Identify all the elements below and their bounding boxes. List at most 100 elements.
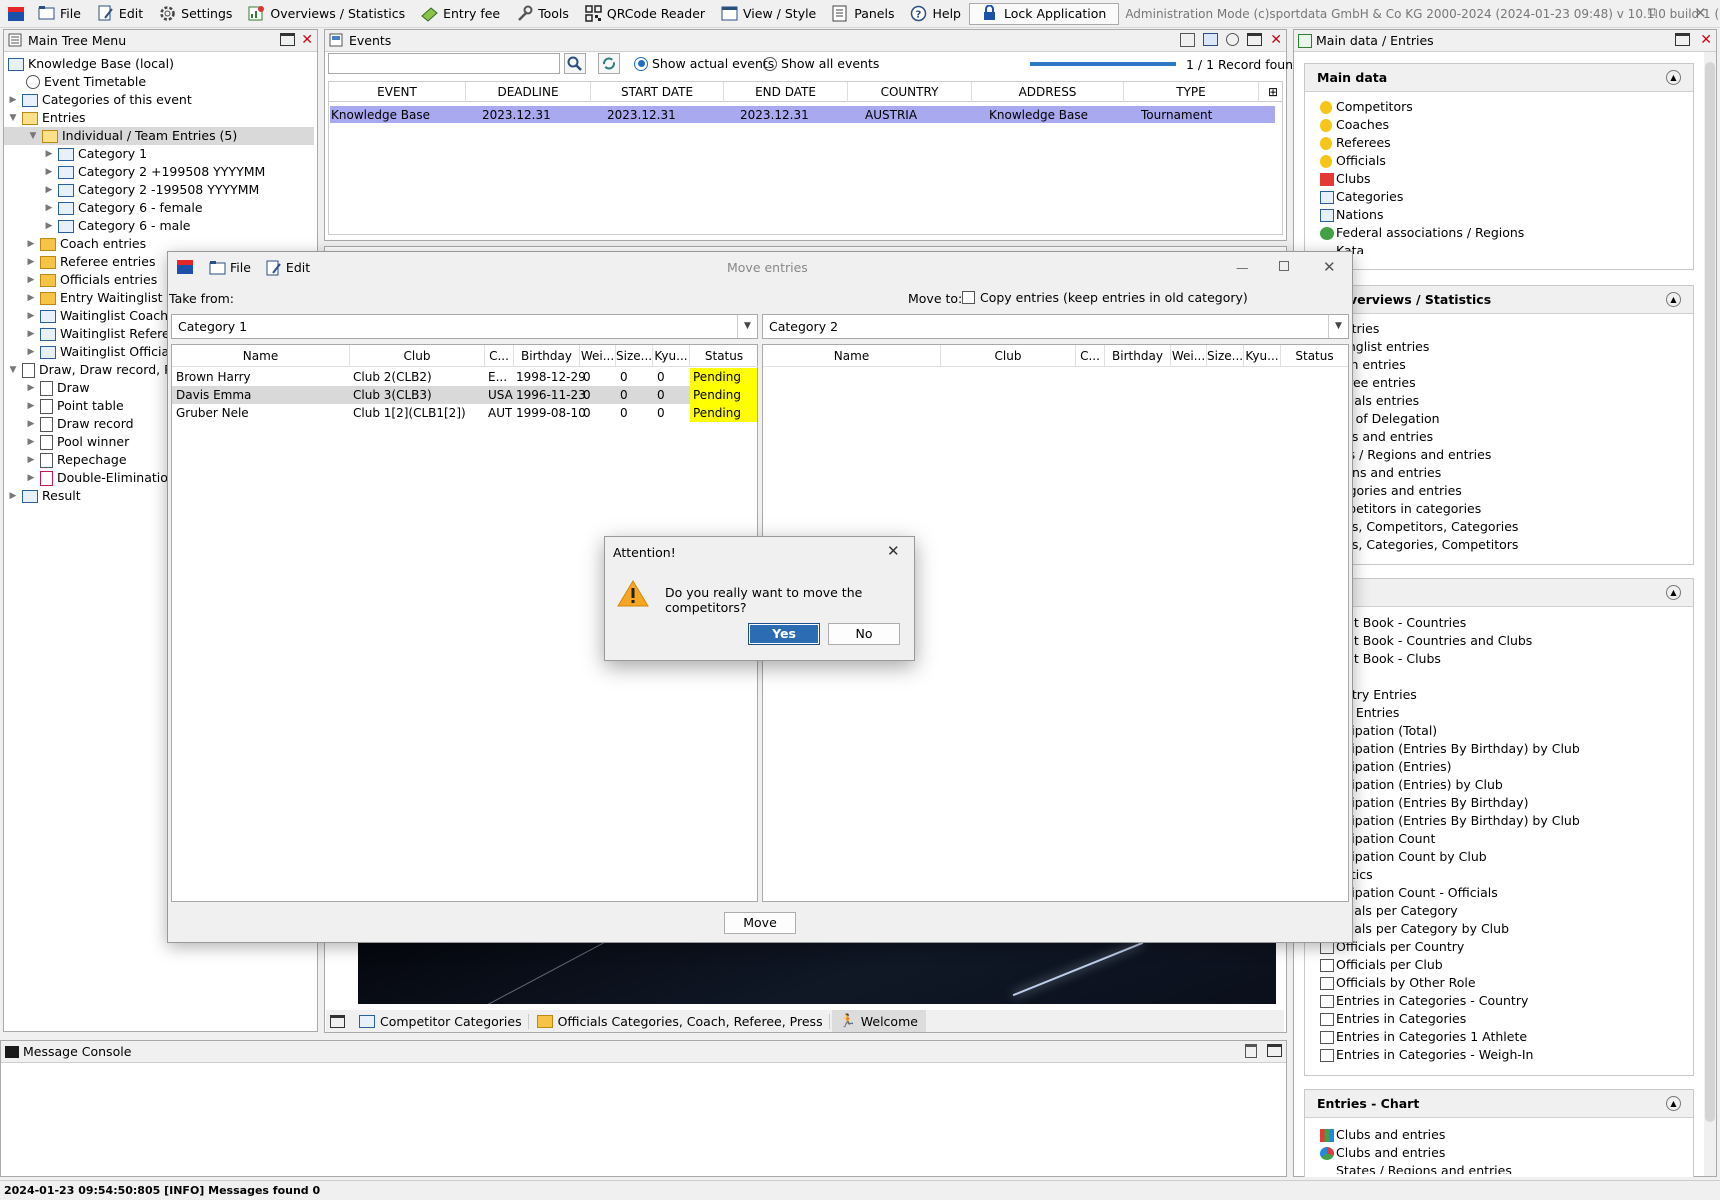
tree-node-draw-record-item[interactable]: ▶ Draw record bbox=[26, 415, 134, 433]
tree-node-individual-team-entries[interactable]: ▼ Individual / Team Entries (5) bbox=[4, 127, 314, 145]
menu-qrcode[interactable]: QRCode Reader bbox=[577, 2, 713, 26]
tree-node-waitinglist-coaches[interactable]: ▶ Waitinglist Coaches bbox=[26, 307, 183, 325]
menu-file[interactable]: File bbox=[30, 2, 89, 26]
move-button[interactable]: Move bbox=[724, 912, 796, 934]
link-nations[interactable]: Nations bbox=[1336, 206, 1383, 224]
tree-node-entries[interactable]: ▼ Entries bbox=[8, 109, 86, 127]
tree-node-point-table[interactable]: ▶ Point table bbox=[26, 397, 124, 415]
col-size[interactable]: Size... bbox=[616, 345, 653, 367]
expand-arrow-icon[interactable]: ▶ bbox=[26, 397, 36, 415]
trash-icon[interactable] bbox=[1245, 1044, 1257, 1058]
tree-node-draw[interactable]: ▶ Draw bbox=[26, 379, 90, 397]
link-officials[interactable]: Officials bbox=[1336, 152, 1386, 170]
tree-node-category-1[interactable]: ▶ Category 1 bbox=[44, 145, 148, 163]
close-icon[interactable]: ✕ bbox=[1323, 258, 1336, 276]
collapse-arrow-icon[interactable]: ▼ bbox=[28, 127, 38, 145]
col-deadline[interactable]: DEADLINE bbox=[466, 82, 591, 102]
export-icon[interactable] bbox=[1180, 33, 1196, 47]
expand-arrow-icon[interactable]: ▶ bbox=[44, 145, 54, 163]
from-category-select[interactable]: Category 1 ▼ bbox=[171, 314, 758, 339]
tree-node-category-6-female[interactable]: ▶ Category 6 - female bbox=[44, 199, 203, 217]
link-chart[interactable]: Clubs and entries bbox=[1336, 1144, 1445, 1162]
tree-node-entry-waitinglist[interactable]: ▶ Entry Waitinglist bbox=[26, 289, 163, 307]
link-overview[interactable]: ubs, Competitors, Categories bbox=[1336, 518, 1518, 536]
link-list[interactable]: Officials by Other Role bbox=[1336, 974, 1476, 992]
col-country[interactable]: C... bbox=[485, 345, 514, 367]
col-type[interactable]: TYPE bbox=[1124, 82, 1259, 102]
tree-node-draw-record[interactable]: ▼ Draw, Draw record, Poi bbox=[8, 361, 182, 379]
close-icon[interactable]: ✕ bbox=[887, 542, 900, 560]
link-list[interactable]: Entries in Categories - Weigh-In bbox=[1336, 1046, 1533, 1064]
col-name[interactable]: Name bbox=[763, 345, 941, 367]
link-list[interactable]: sult Book - Countries bbox=[1336, 614, 1466, 632]
col-country[interactable]: C... bbox=[1076, 345, 1105, 367]
collapse-arrow-icon[interactable]: ▼ bbox=[8, 361, 18, 379]
col-event[interactable]: EVENT bbox=[329, 82, 466, 102]
dialog-menu-file[interactable]: File bbox=[209, 260, 251, 275]
table-row[interactable]: Davis Emma Club 3(CLB3) USA 1996-11-23 0… bbox=[172, 386, 757, 404]
maximize-icon[interactable] bbox=[1675, 33, 1691, 46]
link-overview[interactable]: tes / Regions and entries bbox=[1336, 446, 1491, 464]
link-referees[interactable]: Referees bbox=[1336, 134, 1391, 152]
search-button[interactable] bbox=[564, 53, 586, 74]
section-header[interactable]: s - Overviews / Statistics ▲ bbox=[1305, 286, 1693, 314]
col-country[interactable]: COUNTRY bbox=[848, 82, 972, 102]
tree-node-repechage[interactable]: ▶ Repechage bbox=[26, 451, 127, 469]
link-list[interactable]: Entries in Categories - Country bbox=[1336, 992, 1528, 1010]
expand-arrow-icon[interactable]: ▶ bbox=[26, 271, 36, 289]
link-list[interactable]: ticipation Count - Officials bbox=[1336, 884, 1498, 902]
table-row[interactable]: Knowledge Base 2023.12.31 2023.12.31 202… bbox=[330, 106, 1275, 123]
maximize-icon[interactable] bbox=[280, 33, 296, 46]
no-button[interactable]: No bbox=[828, 623, 900, 645]
link-federal-associations[interactable]: Federal associations / Regions bbox=[1336, 224, 1524, 242]
refresh-icon[interactable] bbox=[1226, 33, 1240, 46]
col-address[interactable]: ADDRESS bbox=[972, 82, 1124, 102]
table-row[interactable]: Brown Harry Club 2(CLB2) E... 1998-12-29… bbox=[172, 368, 757, 386]
expand-arrow-icon[interactable]: ▶ bbox=[44, 181, 54, 199]
tree-node-referee-entries[interactable]: ▶ Referee entries bbox=[26, 253, 156, 271]
col-size[interactable]: Size... bbox=[1207, 345, 1244, 367]
col-start-date[interactable]: START DATE bbox=[591, 82, 724, 102]
link-competitors[interactable]: Competitors bbox=[1336, 98, 1413, 116]
collapse-arrow-icon[interactable]: ▼ bbox=[8, 109, 18, 127]
menu-edit[interactable]: Edit bbox=[89, 2, 151, 26]
expand-arrow-icon[interactable]: ▶ bbox=[26, 469, 36, 487]
maximize-icon[interactable] bbox=[1247, 33, 1263, 46]
menu-entry-fee[interactable]: Entry fee bbox=[413, 2, 508, 26]
close-icon[interactable]: ✕ bbox=[1270, 33, 1282, 47]
expand-arrow-icon[interactable]: ▶ bbox=[26, 253, 36, 271]
tree-node-result[interactable]: ▶ Result bbox=[8, 487, 81, 505]
tree-node-event-timetable[interactable]: Event Timetable bbox=[26, 73, 146, 91]
close-icon[interactable]: ✕ bbox=[301, 33, 313, 47]
panel-toggle-icon[interactable] bbox=[330, 1014, 345, 1028]
link-list[interactable]: ticipation (Entries By Birthday) by Club bbox=[1336, 740, 1580, 758]
link-overview[interactable]: mpetitors in categories bbox=[1336, 500, 1481, 518]
tree-node-waitinglist-officials[interactable]: ▶ Waitinglist Officials bbox=[26, 343, 180, 361]
expand-arrow-icon[interactable]: ▶ bbox=[26, 433, 36, 451]
link-list[interactable]: Officials per Club bbox=[1336, 956, 1443, 974]
maximize-icon[interactable] bbox=[1267, 1044, 1282, 1057]
section-header[interactable]: Main data ▲ bbox=[1305, 64, 1693, 92]
menu-tools[interactable]: Tools bbox=[508, 2, 577, 26]
link-list[interactable]: Entries in Categories 1 Athlete bbox=[1336, 1028, 1527, 1046]
dialog-menu-edit[interactable]: Edit bbox=[265, 260, 310, 275]
expand-arrow-icon[interactable]: ▶ bbox=[26, 235, 36, 253]
tree-node-waitinglist-referees[interactable]: ▶ Waitinglist Referees bbox=[26, 325, 184, 343]
sync-button[interactable] bbox=[598, 53, 620, 74]
collapse-icon[interactable]: ▲ bbox=[1666, 70, 1681, 85]
folder-open-icon[interactable] bbox=[1203, 33, 1219, 46]
link-chart[interactable]: Clubs and entries bbox=[1336, 1126, 1445, 1144]
tree-node-double-elimination[interactable]: ▶ Double-Elimination bbox=[26, 469, 176, 487]
link-list[interactable]: ticipation (Entries By Birthday) bbox=[1336, 794, 1528, 812]
tree-node-category-2-minus[interactable]: ▶ Category 2 -199508 YYYYMM bbox=[44, 181, 260, 199]
expand-arrow-icon[interactable]: ▶ bbox=[26, 415, 36, 433]
expand-arrow-icon[interactable]: ▶ bbox=[44, 163, 54, 181]
expand-arrow-icon[interactable]: ▶ bbox=[8, 91, 18, 109]
close-icon[interactable]: ✕ bbox=[1700, 33, 1712, 47]
copy-entries-checkbox[interactable]: Copy entries (keep entries in old catego… bbox=[962, 290, 1248, 305]
expand-arrow-icon[interactable]: ▶ bbox=[44, 199, 54, 217]
link-list[interactable]: sult Book - Countries and Clubs bbox=[1336, 632, 1532, 650]
link-list[interactable]: ticipation (Entries By Birthday) by Club bbox=[1336, 812, 1580, 830]
col-kyu[interactable]: Kyu... bbox=[653, 345, 690, 367]
tab-welcome[interactable]: 🏃 Welcome bbox=[831, 1010, 926, 1032]
